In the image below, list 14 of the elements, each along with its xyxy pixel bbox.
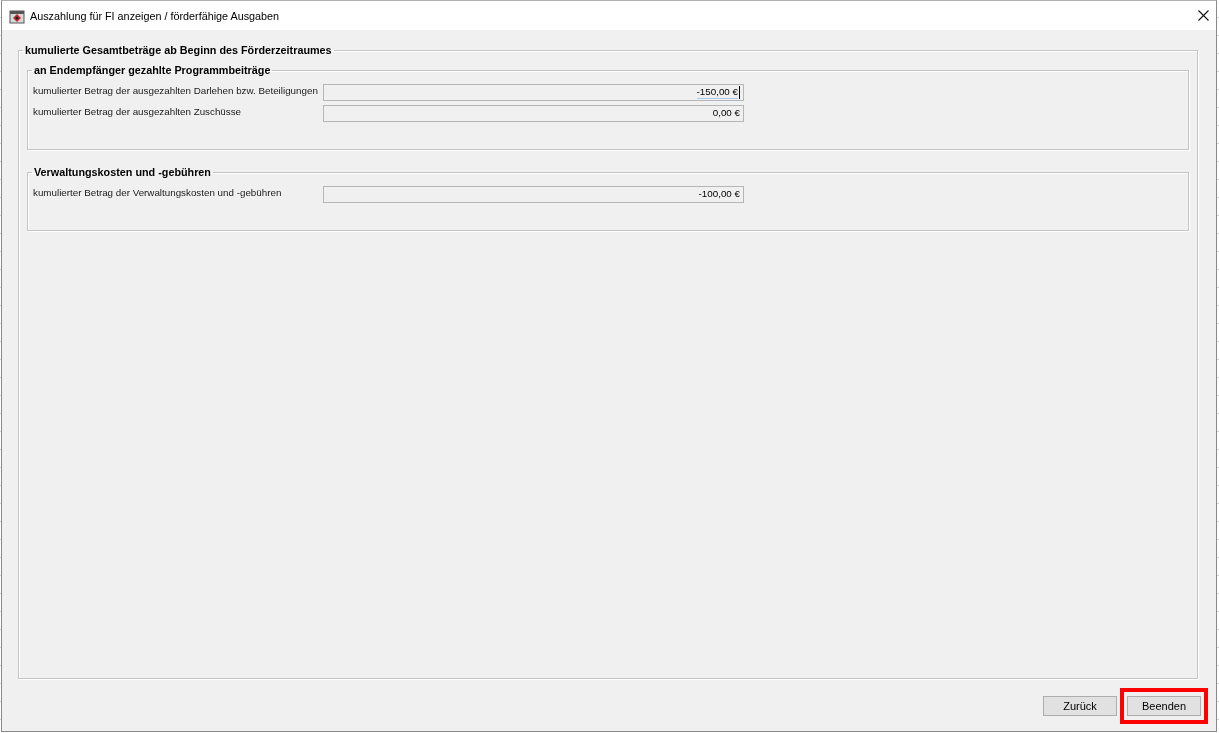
field-label: kumulierter Betrag der ausgezahlten Zuschüsse [33, 105, 243, 119]
close-icon [1197, 10, 1209, 21]
app-icon [9, 7, 25, 24]
section-title: an Endempfänger gezahlte Programmbeiträge [33, 63, 272, 77]
amount-field[interactable]: -100,00 € [323, 186, 744, 203]
group-title: kumulierte Gesamtbeträge ab Beginn des Förderzeitraumes [24, 43, 333, 57]
amount-field[interactable]: -150,00 € [323, 84, 744, 101]
field-label: kumulierter Betrag der ausgezahlten Darlehen bzw. Beteiligungen [33, 84, 319, 98]
field-label: kumulierter Betrag der Verwaltungskosten und -gebühren [33, 186, 283, 200]
amount-field[interactable]: 0,00 € [323, 105, 744, 122]
window-title: Auszahlung für FI anzeigen / förderfähige Ausgaben [30, 9, 281, 22]
dialog-button[interactable]: Zurück [1043, 696, 1117, 716]
section-title: Verwaltungskosten und -gebühren [33, 165, 212, 179]
dialog-button[interactable]: Beenden [1127, 696, 1201, 716]
